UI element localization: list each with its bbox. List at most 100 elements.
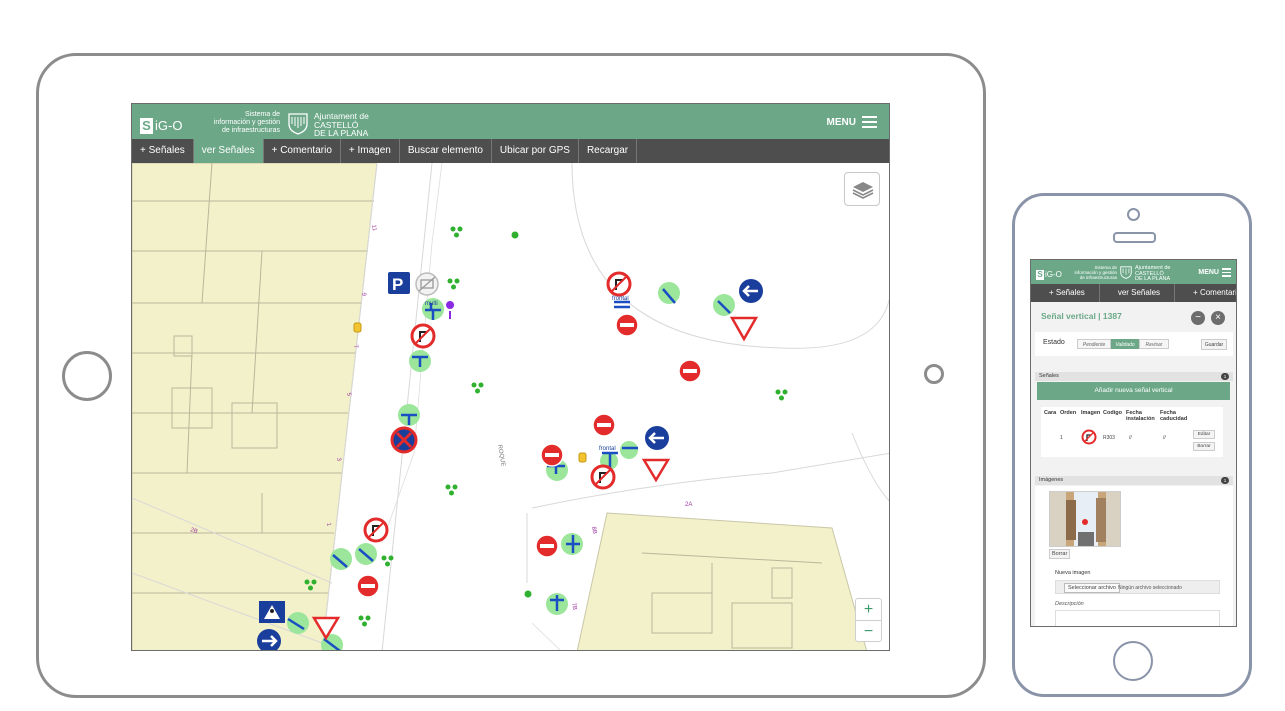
phone-app-header: S iG-O Sistema de información y gestión … xyxy=(1031,260,1236,284)
close-button[interactable]: × xyxy=(1211,311,1225,325)
phone-home-button xyxy=(1113,641,1153,681)
tablet-camera xyxy=(924,364,944,384)
images-panel: Borrar Nueva imagen Seleccionar archivo … xyxy=(1035,486,1233,626)
map-canvas[interactable]: 11 9 7 5 3 1 2B 2A ROQUE 8B 7B P frontal… xyxy=(132,163,890,651)
menu-button[interactable]: MENU xyxy=(827,116,877,128)
td-cara: 1 xyxy=(1060,435,1063,441)
system-line-2: información y gestión xyxy=(213,119,280,126)
estado-option-pendiente[interactable]: Pendiente xyxy=(1077,339,1111,349)
menu-label: MENU xyxy=(826,116,856,128)
th-fecha-caducidad: Fecha caducidad xyxy=(1160,410,1187,422)
zoom-out-button[interactable]: − xyxy=(856,621,881,643)
layers-button[interactable] xyxy=(844,172,880,206)
th-imagen: Imagen xyxy=(1081,410,1101,416)
nav-gps-locate[interactable]: Ubicar por GPS xyxy=(492,139,579,163)
estado-option-validado[interactable]: Validado xyxy=(1111,339,1139,349)
estado-row: Estado Pendiente Validado Revisar Guarda… xyxy=(1035,332,1233,356)
file-status-text: Ningún archivo seleccionado xyxy=(1118,585,1182,591)
panel-title: Señal vertical | 1387 xyxy=(1041,311,1122,321)
phone-screen: S iG-O Sistema de información y gestión … xyxy=(1030,259,1237,627)
file-input-row: Seleccionar archivo Ningún archivo selec… xyxy=(1055,580,1220,594)
senales-count-badge: 1 xyxy=(1221,373,1229,380)
td-codigo: R303 xyxy=(1103,435,1115,441)
system-line-1: Sistema de xyxy=(244,111,280,118)
phone-camera xyxy=(1127,208,1140,221)
map-label-8b: 8B xyxy=(590,526,597,534)
zoom-control: + − xyxy=(855,598,882,642)
phone-menu-label: MENU xyxy=(1198,268,1219,276)
street-photo-image xyxy=(1050,492,1120,546)
description-label: Descripción xyxy=(1055,601,1084,607)
phone-nav-add-signals[interactable]: + Señales xyxy=(1031,284,1100,302)
phone-ajuntament-line-3: DE LA PLANA xyxy=(1135,276,1171,282)
bus-stop-marker-2 xyxy=(578,452,587,463)
phone-nav-view-signals[interactable]: ver Señales xyxy=(1100,284,1176,302)
th-cara: Cara xyxy=(1044,410,1057,416)
edit-signal-button[interactable]: Editar xyxy=(1193,430,1215,439)
imagenes-section-label: Imágenes xyxy=(1039,477,1064,483)
logo-initial: S xyxy=(140,118,153,134)
main-nav: + Señales ver Señales + Comentario + Ima… xyxy=(132,139,889,163)
tablet-home-button xyxy=(62,351,112,401)
td-fecha-caducidad: // xyxy=(1163,435,1166,441)
senales-section-label: Señales xyxy=(1039,373,1059,379)
city-crest-icon xyxy=(288,113,308,135)
app-header: S iG-O Sistema de información y gestión … xyxy=(132,104,889,139)
system-description: Sistema de información y gestión de infr… xyxy=(200,111,280,135)
system-line-3: de infraestructuras xyxy=(222,127,280,134)
phone-speaker xyxy=(1113,232,1156,243)
tablet-screen: S iG-O Sistema de información y gestión … xyxy=(131,103,890,651)
phone-logo-initial: S xyxy=(1036,270,1044,280)
nav-add-comment[interactable]: + Comentario xyxy=(264,139,341,163)
nav-add-image[interactable]: + Imagen xyxy=(341,139,400,163)
delete-image-button[interactable]: Borrar xyxy=(1049,549,1071,559)
zoom-in-button[interactable]: + xyxy=(856,599,881,621)
nav-reload[interactable]: Recargar xyxy=(579,139,638,163)
signals-table: Cara Orden Imagen Codigo Fecha instalaci… xyxy=(1041,407,1223,457)
th-orden: Orden xyxy=(1060,410,1077,416)
imagenes-section-header[interactable]: Imágenes 1 xyxy=(1035,476,1233,485)
bus-stop-marker xyxy=(353,322,362,333)
description-field[interactable] xyxy=(1055,610,1220,626)
multi-label: multi xyxy=(425,301,438,307)
delete-signal-button[interactable]: Borrar xyxy=(1193,442,1215,451)
signal-thumbnail-icon xyxy=(1081,429,1097,445)
phone-system-line-3: de infraestructuras xyxy=(1079,275,1117,280)
phone-city-crest-icon xyxy=(1120,266,1132,279)
th-fecha-instalacion-line-2: instalación xyxy=(1126,416,1155,422)
minimize-button[interactable]: − xyxy=(1191,311,1205,325)
logo-word: iG-O xyxy=(155,118,183,133)
nav-search-element[interactable]: Buscar elemento xyxy=(400,139,492,163)
imagenes-count-badge: 1 xyxy=(1221,477,1229,484)
phone-logo-word: iG-O xyxy=(1045,270,1062,279)
th-codigo: Codigo xyxy=(1103,410,1122,416)
phone-system-description: Sistema de información y gestión de infr… xyxy=(1067,265,1117,280)
phone-menu-button[interactable]: MENU xyxy=(1198,268,1231,277)
senales-section-header[interactable]: Señales 1 xyxy=(1035,372,1233,381)
estado-label: Estado xyxy=(1043,339,1065,346)
estado-option-revisar[interactable]: Revisar xyxy=(1139,339,1169,349)
guardar-button[interactable]: Guardar xyxy=(1201,339,1227,350)
td-fecha-instalacion: // xyxy=(1129,435,1132,441)
frontal-label-2: frontal xyxy=(599,446,616,452)
parking-sign-icon: P xyxy=(388,272,410,294)
map-label-7b: 7B xyxy=(570,602,577,610)
nav-add-signals[interactable]: + Señales xyxy=(132,139,194,163)
frontal-label-1: frontal xyxy=(612,296,629,302)
nav-view-signals[interactable]: ver Señales xyxy=(193,139,264,163)
layers-icon xyxy=(852,182,874,199)
hamburger-icon xyxy=(862,116,877,128)
phone-nav-add-comment[interactable]: + Comentario xyxy=(1175,284,1236,302)
street-photo-thumbnail[interactable] xyxy=(1049,491,1121,547)
th-fecha-caducidad-line-2: caducidad xyxy=(1160,416,1188,422)
phone-ajuntament-name: Ajuntament de CASTELLÓ DE LA PLANA xyxy=(1135,265,1185,283)
add-signal-button[interactable]: Añadir nueva señal vertical xyxy=(1037,382,1230,400)
th-fecha-instalacion: Fecha instalación xyxy=(1126,410,1155,422)
ajuntament-name: Ajuntament de CASTELLÓ DE LA PLANA xyxy=(314,112,404,138)
pedestrian-crossing-sign-icon xyxy=(259,601,285,623)
new-image-label: Nueva imagen xyxy=(1055,570,1091,576)
select-file-button[interactable]: Seleccionar archivo xyxy=(1064,583,1120,593)
phone-hamburger-icon xyxy=(1222,268,1231,277)
device-mockup-stage: S iG-O Sistema de información y gestión … xyxy=(0,0,1285,711)
phone-main-nav: + Señales ver Señales + Comentario xyxy=(1031,284,1236,302)
